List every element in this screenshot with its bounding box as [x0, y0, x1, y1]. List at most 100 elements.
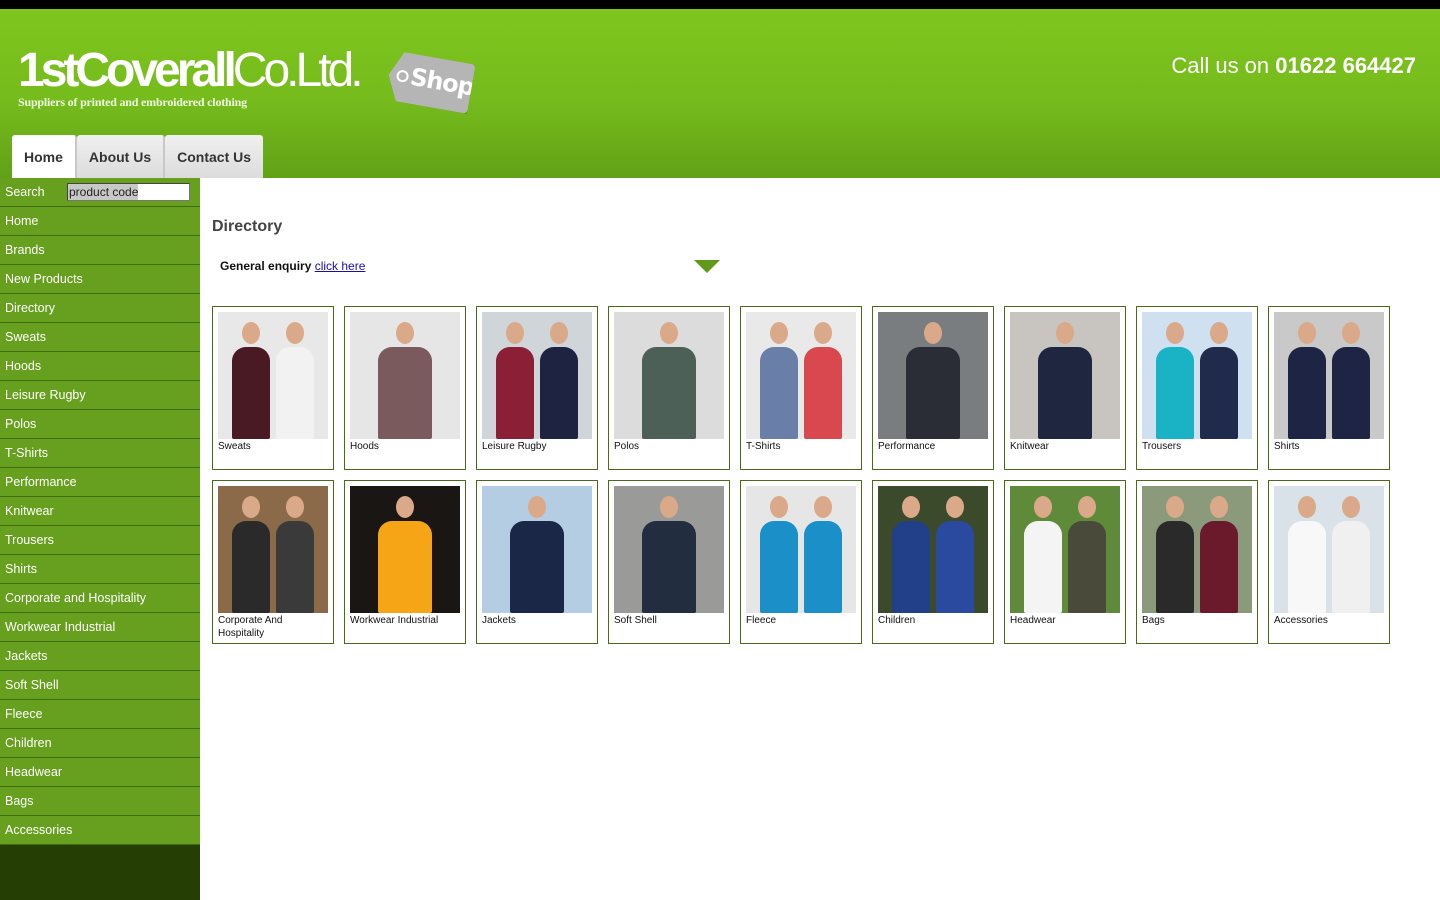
model-figure	[1288, 347, 1326, 439]
model-figure	[232, 521, 270, 613]
sidebar-item-accessories[interactable]: Accessories	[0, 816, 200, 845]
category-card-corporate-and-hospitality[interactable]: Corporate And Hospitality	[212, 480, 334, 644]
model-figure	[1038, 347, 1092, 439]
model-figure	[1288, 521, 1326, 613]
general-enquiry: General enquiry click here	[220, 259, 365, 273]
category-image	[746, 486, 856, 613]
model-head	[242, 322, 260, 344]
sidebar-item-performance[interactable]: Performance	[0, 468, 200, 497]
category-caption: Workwear Industrial	[350, 615, 439, 626]
sidebar-item-headwear[interactable]: Headwear	[0, 758, 200, 787]
sidebar-item-children[interactable]: Children	[0, 729, 200, 758]
model-figure	[496, 347, 534, 439]
main-content: Directory General enquiry click here Swe…	[200, 178, 1440, 900]
model-head	[814, 496, 832, 518]
model-figure	[276, 521, 314, 613]
model-figure	[232, 347, 270, 439]
category-card-children[interactable]: Children	[872, 480, 994, 644]
sidebar-item-shirts[interactable]: Shirts	[0, 555, 200, 584]
sidebar-item-knitwear[interactable]: Knitwear	[0, 497, 200, 526]
category-card-polos[interactable]: Polos	[608, 306, 730, 470]
category-caption: Accessories	[1274, 615, 1328, 626]
model-head	[924, 322, 942, 344]
sidebar-item-workwear-industrial[interactable]: Workwear Industrial	[0, 613, 200, 642]
category-caption: Shirts	[1274, 441, 1300, 452]
category-card-jackets[interactable]: Jackets	[476, 480, 598, 644]
tab-contact-us[interactable]: Contact Us	[165, 135, 264, 178]
model-figure	[378, 347, 432, 439]
category-card-knitwear[interactable]: Knitwear	[1004, 306, 1126, 470]
model-figure	[276, 347, 314, 439]
category-card-t-shirts[interactable]: T-Shirts	[740, 306, 862, 470]
sidebar-item-fleece[interactable]: Fleece	[0, 700, 200, 729]
sidebar-item-directory[interactable]: Directory	[0, 294, 200, 323]
sidebar-item-new-products[interactable]: New Products	[0, 265, 200, 294]
category-card-leisure-rugby[interactable]: Leisure Rugby	[476, 306, 598, 470]
category-card-bags[interactable]: Bags	[1136, 480, 1258, 644]
sidebar: Search HomeBrandsNew ProductsDirectorySw…	[0, 178, 200, 900]
sidebar-item-hoods[interactable]: Hoods	[0, 352, 200, 381]
category-image	[1274, 312, 1384, 439]
category-card-soft-shell[interactable]: Soft Shell	[608, 480, 730, 644]
sidebar-item-brands[interactable]: Brands	[0, 236, 200, 265]
model-figure	[804, 347, 842, 439]
category-card-hoods[interactable]: Hoods	[344, 306, 466, 470]
category-card-performance[interactable]: Performance	[872, 306, 994, 470]
model-head	[1078, 496, 1096, 518]
category-card-trousers[interactable]: Trousers	[1136, 306, 1258, 470]
sidebar-item-leisure-rugby[interactable]: Leisure Rugby	[0, 381, 200, 410]
category-grid: Sweats Hoods Leisure Rugby Polos T-Shirts Per…	[212, 306, 1440, 644]
model-head	[660, 322, 678, 344]
site-logo[interactable]: 1stCoverallCo.Ltd. Suppliers of printed …	[18, 44, 364, 110]
sidebar-item-t-shirts[interactable]: T-Shirts	[0, 439, 200, 468]
model-figure	[804, 521, 842, 613]
category-card-accessories[interactable]: Accessories	[1268, 480, 1390, 644]
tab-home[interactable]: Home	[12, 135, 77, 178]
model-head	[1210, 496, 1228, 518]
category-image	[878, 486, 988, 613]
search-input[interactable]	[67, 183, 190, 201]
category-caption: Fleece	[746, 615, 777, 626]
model-figure	[510, 521, 564, 613]
site-header: 1stCoverallCo.Ltd. Suppliers of printed …	[0, 9, 1440, 178]
category-caption: Children	[878, 615, 916, 626]
category-card-shirts[interactable]: Shirts	[1268, 306, 1390, 470]
category-image	[614, 312, 724, 439]
category-caption: Hoods	[350, 441, 379, 452]
category-card-sweats[interactable]: Sweats	[212, 306, 334, 470]
category-caption: Bags	[1142, 615, 1165, 626]
model-figure	[1332, 521, 1370, 613]
sidebar-item-corporate-and-hospitality[interactable]: Corporate and Hospitality	[0, 584, 200, 613]
sidebar-item-home[interactable]: Home	[0, 207, 200, 236]
category-image	[218, 312, 328, 439]
category-image	[482, 312, 592, 439]
model-head	[1166, 322, 1184, 344]
sidebar-menu: Home Brands New Products Directory Sweats Hoo…	[0, 207, 200, 845]
model-head	[770, 496, 788, 518]
category-caption: Polos	[614, 441, 640, 452]
sidebar-item-soft-shell[interactable]: Soft Shell	[0, 671, 200, 700]
sidebar-item-sweats[interactable]: Sweats	[0, 323, 200, 352]
sidebar-search: Search	[0, 178, 200, 207]
sidebar-item-jackets[interactable]: Jackets	[0, 642, 200, 671]
sidebar-item-trousers[interactable]: Trousers	[0, 526, 200, 555]
category-card-headwear[interactable]: Headwear	[1004, 480, 1126, 644]
sidebar-item-bags[interactable]: Bags	[0, 787, 200, 816]
enquiry-link[interactable]: click here	[315, 259, 366, 273]
tag-hole	[396, 69, 410, 83]
category-caption: Trousers	[1142, 441, 1182, 452]
logo-light: Co.Ltd.	[232, 44, 364, 97]
category-caption: Soft Shell	[614, 615, 657, 626]
category-caption: Performance	[878, 441, 936, 452]
triangle-down-icon[interactable]	[694, 259, 720, 273]
category-card-workwear-industrial[interactable]: Workwear Industrial	[344, 480, 466, 644]
model-figure	[906, 347, 960, 439]
model-head	[506, 322, 524, 344]
model-figure	[1332, 347, 1370, 439]
category-image	[746, 312, 856, 439]
sidebar-item-polos[interactable]: Polos	[0, 410, 200, 439]
model-head	[550, 322, 568, 344]
category-card-fleece[interactable]: Fleece	[740, 480, 862, 644]
category-image	[350, 486, 460, 613]
tab-about-us[interactable]: About Us	[76, 135, 166, 178]
